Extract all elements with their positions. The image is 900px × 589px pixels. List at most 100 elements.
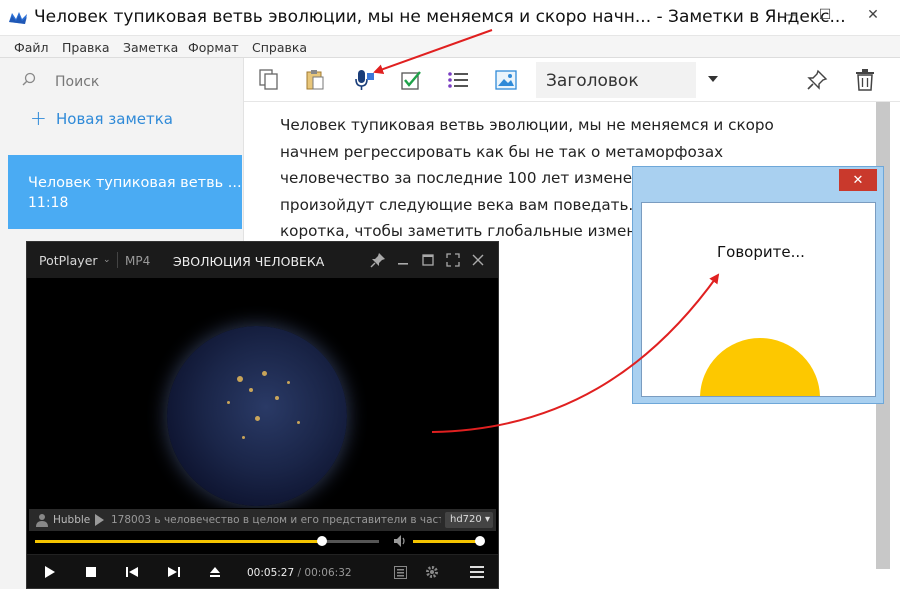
- paste-button[interactable]: [302, 67, 328, 93]
- channel-name: Hubble: [53, 514, 91, 526]
- stop-icon: [86, 567, 96, 577]
- player-brand-menu[interactable]: PotPlayer: [39, 253, 98, 268]
- delete-button[interactable]: [852, 67, 878, 93]
- restore-icon[interactable]: [420, 252, 436, 268]
- player-video-title: ЭВОЛЮЦИЯ ЧЕЛОВЕКА: [173, 254, 325, 269]
- window-title: Человек тупиковая ветвь эволюции, мы не …: [34, 7, 846, 27]
- current-time: 00:05:27: [247, 567, 295, 579]
- city-lights: [287, 381, 290, 384]
- checkbox-button[interactable]: [398, 67, 424, 93]
- stop-button[interactable]: [82, 563, 100, 581]
- microphone-icon: [355, 70, 374, 90]
- volume-level: [413, 540, 480, 543]
- volume-slider[interactable]: [413, 536, 485, 546]
- playlist-icon: [393, 565, 407, 579]
- skip-back-icon: [126, 567, 138, 577]
- playlist-toggle-button[interactable]: [391, 563, 409, 581]
- note-item-time: 11:18: [28, 195, 69, 211]
- search-icon: [22, 72, 36, 86]
- fullscreen-icon[interactable]: [445, 252, 461, 268]
- gear-icon: [426, 566, 438, 578]
- pin-icon[interactable]: [370, 252, 386, 268]
- city-lights: [242, 436, 245, 439]
- minimize-icon[interactable]: [395, 252, 411, 268]
- player-info-bar: Hubble 178003 ь человечество в целом и е…: [29, 509, 496, 531]
- new-note-label: Новая заметка: [56, 110, 173, 128]
- menu-edit[interactable]: Правка: [62, 40, 110, 55]
- maximize-button[interactable]: ☐: [802, 0, 848, 30]
- player-title-bar: PotPlayer ⌄ MP4 ЭВОЛЮЦИЯ ЧЕЛОВЕКА: [27, 242, 498, 278]
- search-input[interactable]: Поиск: [55, 74, 99, 90]
- city-lights: [237, 376, 243, 382]
- list-icon: [448, 72, 468, 88]
- editor-line: начнем регрессировать как бы не так о ме…: [280, 142, 724, 161]
- menu-format[interactable]: Формат: [188, 40, 239, 55]
- editor-toolbar: Заголовок: [244, 58, 900, 102]
- menu-help[interactable]: Справка: [252, 40, 307, 55]
- close-button[interactable]: ✕: [846, 0, 900, 30]
- previous-button[interactable]: [123, 563, 141, 581]
- pin-button[interactable]: [804, 67, 830, 93]
- volume-icon[interactable]: [393, 534, 407, 548]
- city-lights: [297, 421, 300, 424]
- menu-button[interactable]: [468, 563, 486, 581]
- city-lights: [255, 416, 260, 421]
- note-item-title: Человек тупиковая ветвь ...: [28, 175, 242, 191]
- seek-bar-progress: [35, 540, 322, 543]
- seek-bar-handle[interactable]: [316, 536, 327, 546]
- dialog-body: Говорите...: [641, 202, 876, 397]
- insert-image-button[interactable]: [493, 67, 519, 93]
- pin-icon: [807, 69, 828, 90]
- player-format-label: MP4: [125, 254, 151, 268]
- editor-line: Человек тупиковая ветвь эволюции, мы не …: [280, 116, 774, 134]
- menu-file[interactable]: Файл: [14, 40, 49, 55]
- total-duration: 00:06:32: [304, 567, 352, 579]
- menu-bar: Файл Правка Заметка Формат Справка: [0, 36, 900, 58]
- play-icon: [45, 566, 55, 578]
- close-icon[interactable]: [470, 252, 486, 268]
- note-list-item[interactable]: Человек тупиковая ветвь ... 11:18: [8, 155, 242, 229]
- dialog-close-button[interactable]: ✕: [839, 169, 877, 191]
- city-lights: [227, 401, 230, 404]
- volume-handle[interactable]: [474, 536, 485, 546]
- video-area[interactable]: [27, 278, 498, 508]
- menu-note[interactable]: Заметка: [123, 40, 178, 55]
- play-icon: [95, 514, 104, 526]
- time-separator: /: [297, 567, 302, 579]
- trash-icon: [856, 69, 874, 91]
- chevron-down-icon: ⌄: [103, 255, 111, 265]
- yandex-notes-app-icon: [9, 12, 27, 24]
- image-icon: [495, 70, 517, 90]
- dictation-button[interactable]: [351, 67, 377, 93]
- potplayer-window: PotPlayer ⌄ MP4 ЭВОЛЮЦИЯ ЧЕЛОВЕКА Hubble…: [26, 241, 499, 589]
- city-lights: [249, 388, 253, 392]
- hamburger-menu-icon: [470, 566, 484, 578]
- video-description: 178003 ь человечество в целом и его пред…: [111, 514, 441, 526]
- copy-icon: [259, 69, 278, 90]
- player-controls: 00:05:27 / 00:06:32: [27, 554, 498, 588]
- paste-icon: [306, 70, 324, 90]
- settings-button[interactable]: [423, 563, 441, 581]
- speak-prompt: Говорите...: [717, 243, 805, 261]
- seek-bar[interactable]: [35, 536, 379, 546]
- eject-icon: [210, 567, 220, 577]
- playback-time: 00:05:27 / 00:06:32: [247, 567, 352, 579]
- list-button[interactable]: [445, 67, 471, 93]
- earth-at-night-image: [167, 326, 347, 506]
- play-button[interactable]: [41, 563, 59, 581]
- skip-forward-icon: [168, 567, 180, 577]
- copy-button[interactable]: [256, 67, 282, 93]
- chevron-down-icon: [708, 76, 718, 82]
- user-icon: [36, 514, 48, 527]
- plus-icon: +: [30, 106, 47, 130]
- city-lights: [262, 371, 267, 376]
- city-lights: [275, 396, 279, 400]
- title-bar: Человек тупиковая ветвь эволюции, мы не …: [0, 0, 900, 36]
- heading-style-box: Заголовок: [536, 62, 696, 98]
- open-file-button[interactable]: [206, 563, 224, 581]
- quality-selector[interactable]: hd720 ▾: [445, 512, 493, 528]
- heading-style-value: Заголовок: [546, 71, 639, 91]
- heading-style-dropdown[interactable]: Заголовок: [536, 62, 722, 98]
- next-button[interactable]: [165, 563, 183, 581]
- checkbox-icon: [401, 71, 421, 90]
